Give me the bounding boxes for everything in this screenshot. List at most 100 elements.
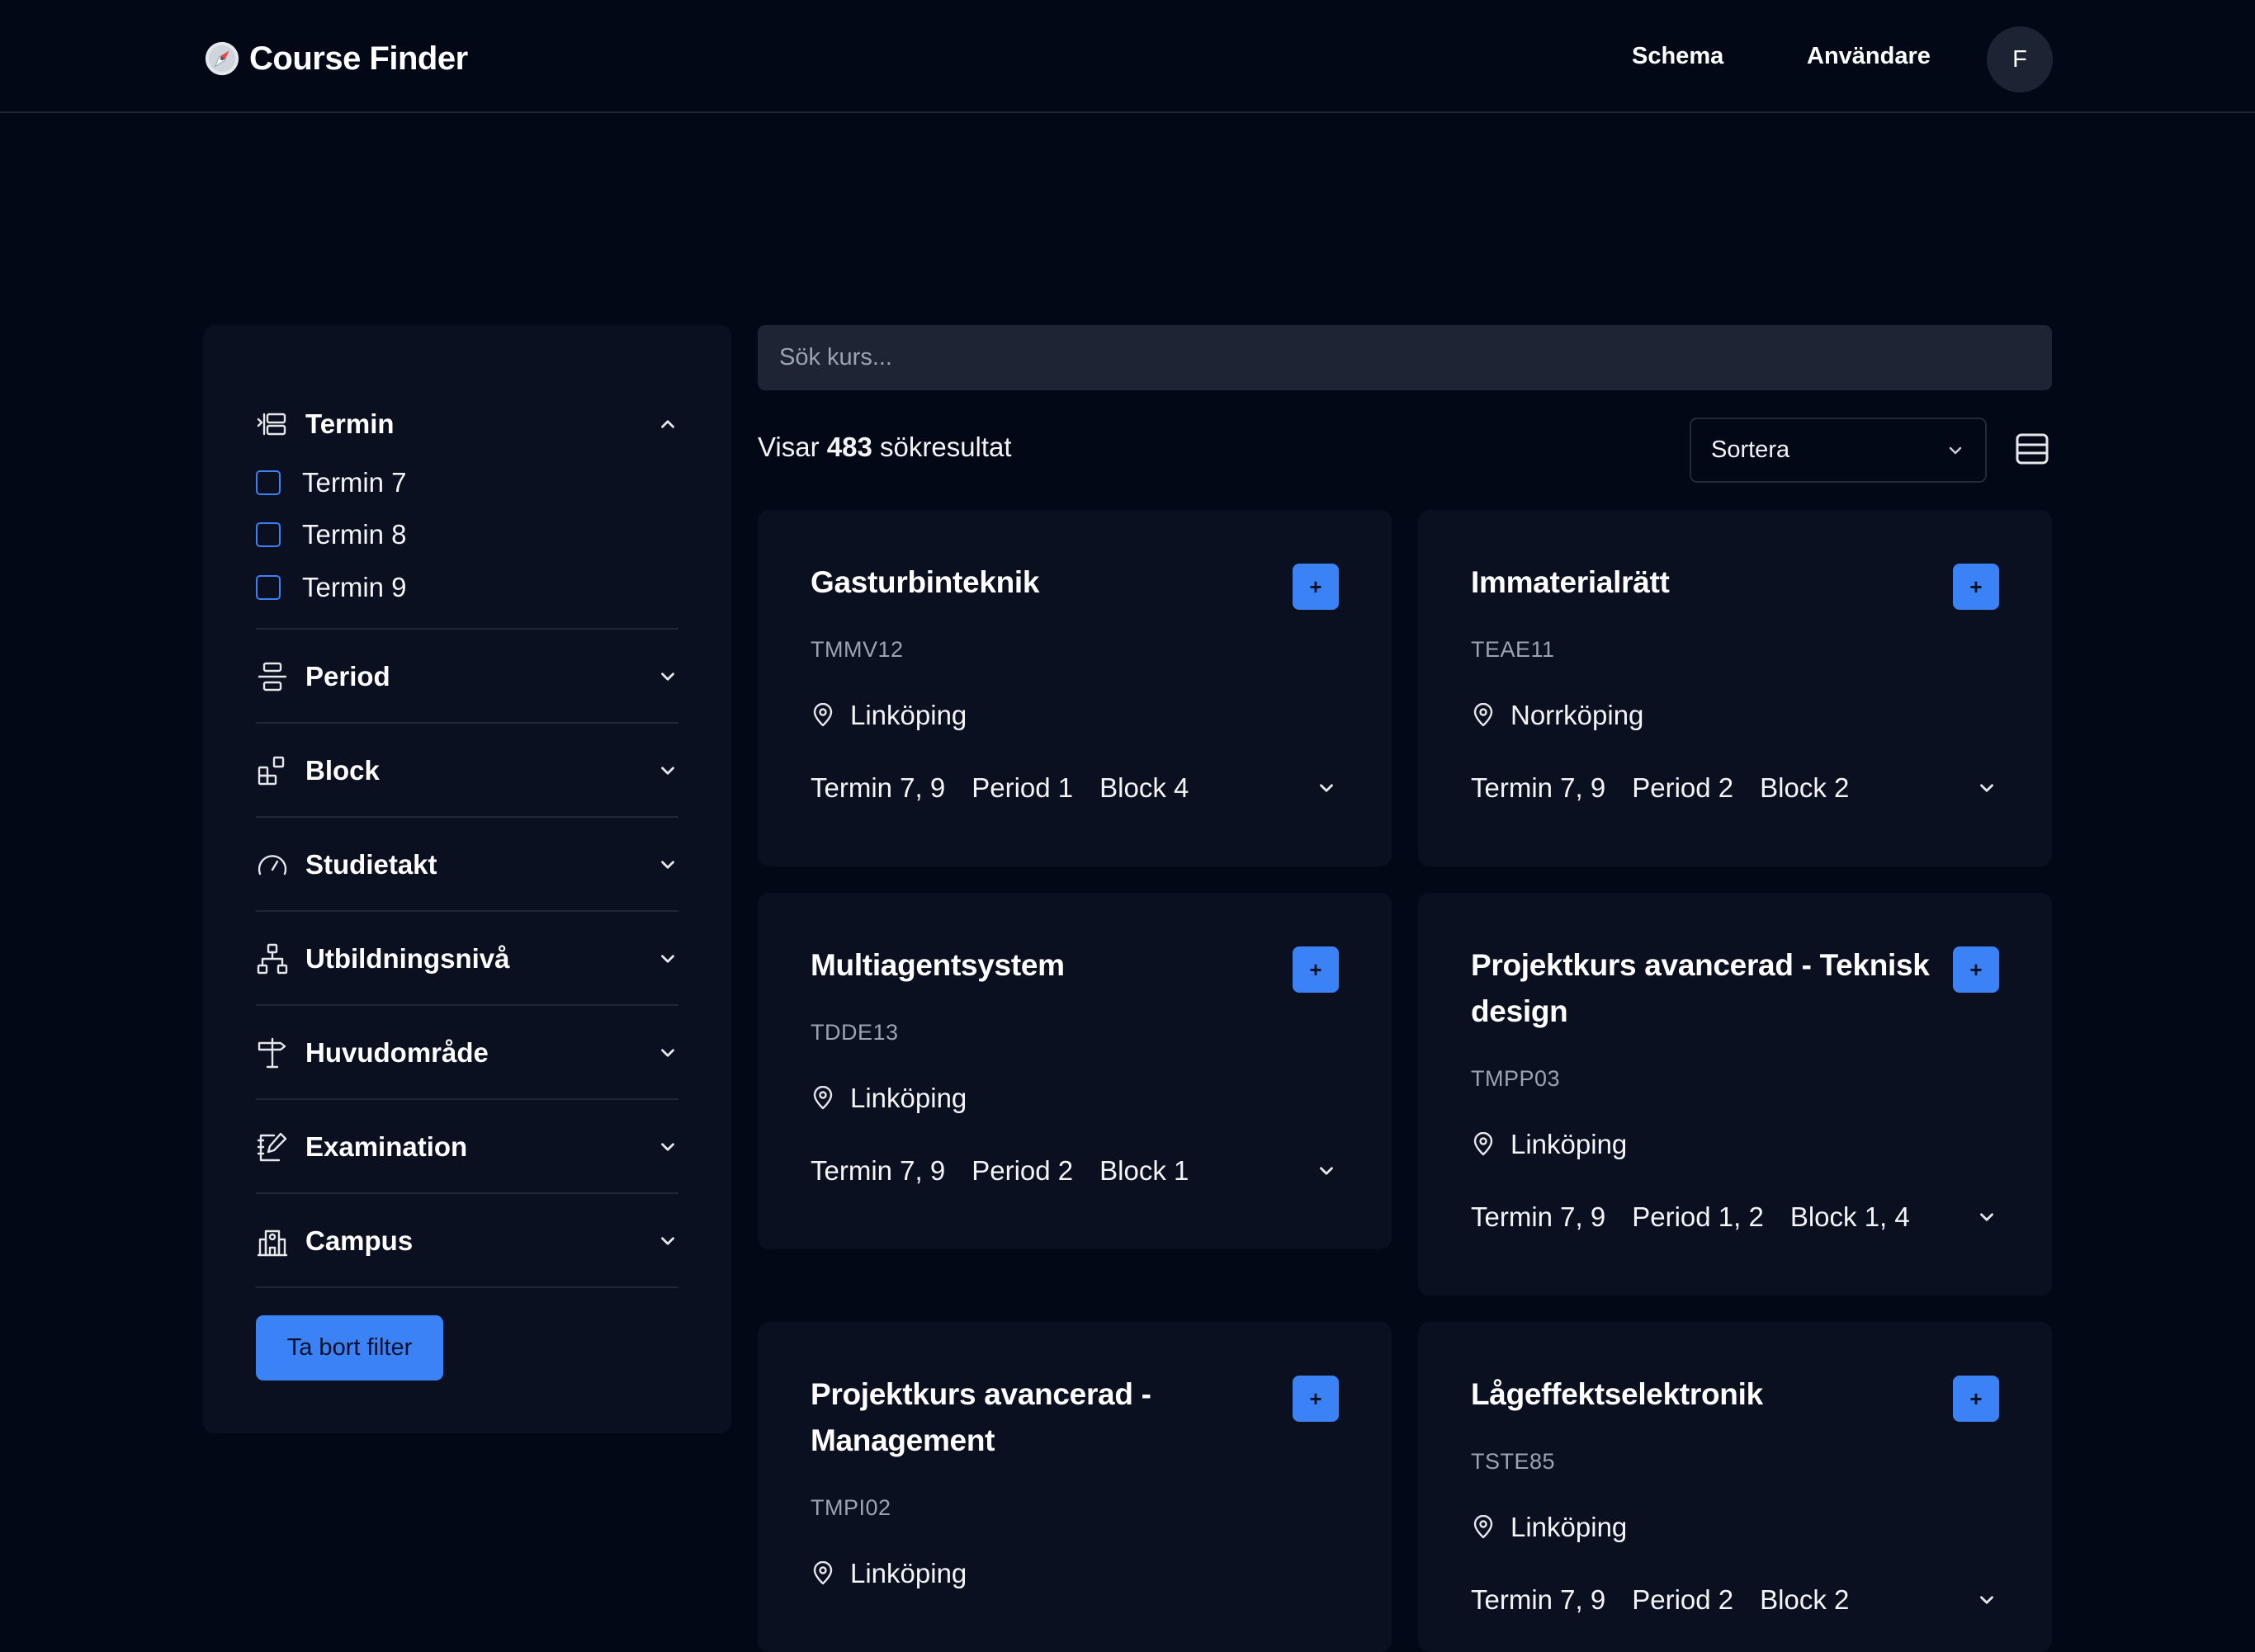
location-text: Linköping (1510, 1129, 1628, 1159)
expand-chevron-icon[interactable] (1316, 1160, 1337, 1182)
expand-chevron-icon[interactable] (1976, 1206, 1997, 1228)
results-summary: Visar 483 sökresultat (758, 432, 1012, 463)
chevron-down-icon (661, 861, 674, 869)
expand-chevron-icon[interactable] (1976, 777, 1997, 799)
checkbox-box[interactable] (256, 470, 281, 495)
signpost-icon (258, 1037, 286, 1069)
filter-section-examination: Examination (256, 1122, 678, 1172)
results-prefix: Visar (758, 432, 820, 462)
filter-toggle-period[interactable]: Period (256, 652, 678, 701)
course-meta: Termin 7, 9 Period 2 Block 2 (1471, 772, 1999, 804)
course-code: TSTE85 (1471, 1449, 1556, 1474)
sort-dropdown[interactable]: Sortera (1690, 418, 1987, 483)
results-suffix: sökresultat (880, 432, 1012, 462)
brand-logo[interactable]: Course Finder (203, 36, 468, 81)
compass-icon (205, 41, 239, 76)
location-pin-icon (813, 1086, 833, 1110)
location-text: Norrköping (1510, 700, 1644, 730)
user-avatar[interactable]: F (1987, 26, 2053, 92)
divider (256, 1192, 678, 1194)
course-location: Linköping (811, 700, 967, 731)
filter-label-campus: Campus (305, 1225, 414, 1256)
filter-label-examination: Examination (305, 1131, 468, 1162)
expand-chevron-icon[interactable] (1976, 1589, 1997, 1611)
divider (256, 1004, 678, 1006)
checkbox-label: Termin 9 (302, 572, 407, 602)
view-toggle-button[interactable] (2014, 431, 2050, 467)
filter-section-studietakt: Studietakt (256, 840, 678, 890)
filter-toggle-termin[interactable]: Termin (256, 399, 678, 449)
search-bar[interactable] (758, 325, 2052, 390)
course-title[interactable]: Immaterialrätt (1471, 559, 1933, 606)
checkbox-termin-7[interactable]: Termin 7 (256, 462, 407, 503)
location-pin-icon (813, 703, 833, 727)
checkbox-termin-8[interactable]: Termin 8 (256, 514, 407, 555)
course-card[interactable]: Multiagentsystem + TDDE13 Linköping Term… (758, 893, 1392, 1249)
course-card[interactable]: Projektkurs avancerad - Teknisk design +… (1418, 893, 2052, 1296)
add-course-button[interactable]: + (1293, 1376, 1339, 1422)
course-block: Block 1, 4 (1789, 1201, 1910, 1232)
block-icon (258, 756, 285, 786)
top-navigation-bar: Course Finder Schema Användare F (0, 0, 2255, 113)
filter-toggle-examination[interactable]: Examination (256, 1122, 678, 1172)
filter-toggle-huvudomrade[interactable]: Huvudområde (256, 1028, 678, 1078)
period-icon (258, 662, 287, 691)
checkbox-box[interactable] (256, 522, 281, 547)
course-code: TMPI02 (811, 1495, 891, 1520)
divider (256, 1286, 678, 1288)
course-term: Termin 7, 9 (811, 772, 946, 803)
results-count: 483 (826, 432, 872, 462)
chevron-down-icon (1949, 446, 1962, 454)
course-card[interactable]: Lågeffektselektronik + TSTE85 Linköping … (1418, 1322, 2052, 1652)
brand-name: Course Finder (249, 40, 468, 77)
filter-toggle-studietakt[interactable]: Studietakt (256, 840, 678, 890)
nav-link-users[interactable]: Användare (1807, 43, 1931, 70)
filter-label-termin: Termin (305, 408, 395, 439)
filter-section-huvudomrade: Huvudområde (256, 1028, 678, 1078)
search-input[interactable] (779, 325, 2052, 390)
add-course-button[interactable]: + (1953, 564, 1999, 610)
add-course-button[interactable]: + (1953, 1376, 1999, 1422)
term-icon (257, 413, 286, 436)
clear-filters-button[interactable]: Ta bort filter (256, 1315, 443, 1381)
add-course-button[interactable]: + (1953, 946, 1999, 993)
chevron-down-icon (661, 673, 674, 681)
filter-sidebar: Termin Termin 7 Termin 8 Termin 9 Period (203, 325, 731, 1433)
filter-label-block: Block (305, 755, 380, 786)
course-card[interactable]: Immaterialrätt + TEAE11 Norrköping Termi… (1418, 510, 2052, 866)
filter-toggle-campus[interactable]: Campus (256, 1216, 678, 1266)
course-term: Termin 7, 9 (1471, 772, 1606, 803)
divider (256, 816, 678, 818)
filter-section-campus: Campus (256, 1216, 678, 1266)
gauge-icon (258, 855, 287, 876)
course-title[interactable]: Lågeffektselektronik (1471, 1371, 1933, 1418)
checkbox-box[interactable] (256, 575, 281, 600)
divider (256, 1098, 678, 1100)
add-course-button[interactable]: + (1293, 564, 1339, 610)
checkbox-label: Termin 8 (302, 519, 407, 550)
divider (256, 722, 678, 724)
course-title[interactable]: Projektkurs avancerad - Teknisk design (1471, 942, 1933, 1035)
nav-link-schema[interactable]: Schema (1632, 43, 1723, 70)
course-title[interactable]: Gasturbinteknik (811, 559, 1273, 606)
course-title[interactable]: Multiagentsystem (811, 942, 1273, 989)
course-title[interactable]: Projektkurs avancerad - Management (811, 1371, 1273, 1464)
filter-section-period: Period (256, 652, 678, 701)
course-card[interactable]: Gasturbinteknik + TMMV12 Linköping Termi… (758, 510, 1392, 866)
filter-section-termin: Termin (256, 399, 678, 449)
course-period: Period 2 (971, 1155, 1074, 1186)
filter-label-period: Period (305, 661, 390, 691)
course-period: Period 2 (1632, 772, 1734, 803)
filter-toggle-utbildningsniva[interactable]: Utbildningsnivå (256, 934, 678, 984)
filter-label-utbildningsniva: Utbildningsnivå (305, 943, 510, 974)
location-pin-icon (1473, 703, 1493, 727)
course-card[interactable]: Projektkurs avancerad - Management + TMP… (758, 1322, 1392, 1652)
sort-label: Sortera (1711, 437, 1790, 463)
chevron-down-icon (661, 1143, 674, 1151)
course-code: TMMV12 (811, 637, 904, 662)
add-course-button[interactable]: + (1293, 946, 1339, 993)
filter-toggle-block[interactable]: Block (256, 746, 678, 795)
hierarchy-icon (257, 943, 288, 975)
checkbox-termin-9[interactable]: Termin 9 (256, 567, 407, 608)
expand-chevron-icon[interactable] (1316, 777, 1337, 799)
